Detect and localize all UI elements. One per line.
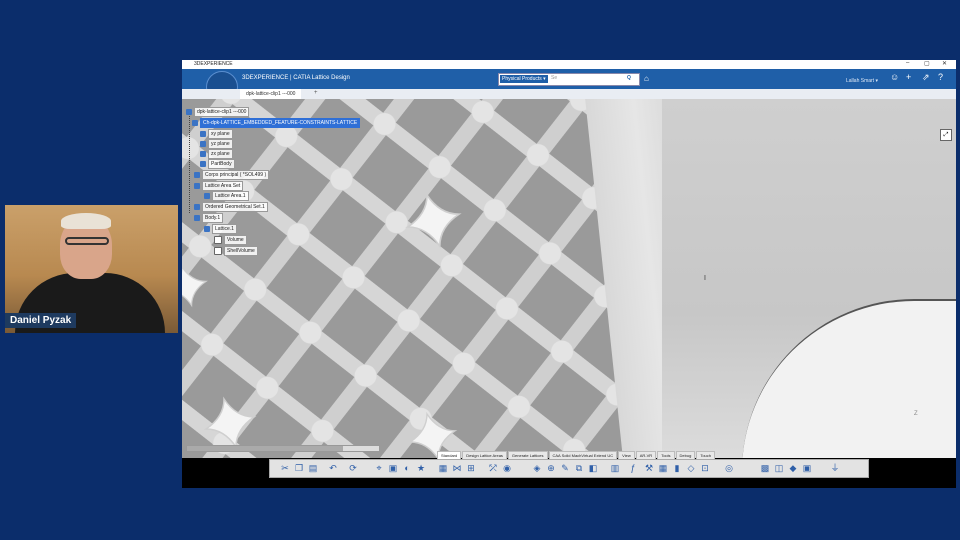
plane-icon (200, 140, 206, 147)
set-icon (194, 203, 200, 210)
tree-item-ordered-geometrical-set[interactable]: Ordered Geometrical Set.1 (194, 202, 268, 212)
user-name[interactable]: Lallah Smart ▾ (846, 78, 878, 84)
favorite-icon[interactable]: ★ (416, 463, 426, 474)
action-bar-tabs: Standard Design Lattice Areas Generate Lat… (437, 451, 716, 461)
lattice-geometry (182, 99, 652, 458)
paste-icon[interactable]: ▤ (308, 463, 318, 474)
search-box[interactable]: Physical Products ▾ Se Q (498, 73, 640, 86)
grid-icon[interactable]: ▩ (760, 463, 770, 474)
tree-icon[interactable]: ⊞ (466, 463, 476, 474)
table-icon[interactable]: ▦ (658, 463, 668, 474)
formula-icon[interactable]: ƒ (628, 463, 638, 474)
presenter-glasses (65, 237, 109, 245)
zoom-icon[interactable]: ⊕ (546, 463, 556, 474)
user-icon[interactable]: ☺ (890, 72, 899, 82)
window-title: 3DEXPERIENCE (194, 61, 233, 67)
tools-icon[interactable]: ⚒ (644, 463, 654, 474)
app-brand: 3DEXPERIENCE | CATIA Lattice Design (242, 75, 350, 81)
compare-icon[interactable]: ⧉ (574, 463, 584, 474)
sheet-icon[interactable]: ▦ (438, 463, 448, 474)
tree-item-body[interactable]: Body.1 (194, 213, 224, 223)
tree-item-lattice-area[interactable]: Lattice Area.1 (204, 191, 249, 201)
chat-icon[interactable]: ◎ (724, 463, 734, 474)
book-icon[interactable]: ▥ (610, 463, 620, 474)
measure-icon[interactable]: ⌖ (374, 463, 384, 474)
tree-item-zx-plane[interactable]: zx plane (200, 149, 233, 159)
minimize-button[interactable]: – (906, 60, 909, 66)
search-icon[interactable]: Q (627, 75, 631, 81)
tree-item-xy-plane[interactable]: xy plane (200, 129, 233, 139)
axis-label: Z (914, 411, 918, 417)
body-icon (194, 171, 200, 178)
sphere-icon[interactable]: ◉ (502, 463, 512, 474)
presenter-name-tag: Daniel Pyzak (5, 313, 77, 328)
plane-icon (200, 150, 206, 157)
edit-icon[interactable]: ✎ (560, 463, 570, 474)
share-icon[interactable]: ⇗ (922, 72, 930, 83)
ruler-icon[interactable]: ▮ (672, 463, 682, 474)
search-input[interactable]: Se (551, 75, 557, 81)
volume-icon (214, 246, 222, 255)
tree-item-volume[interactable]: Volume (214, 235, 247, 245)
tree-item-lattice-area-set[interactable]: Lattice Area Set (194, 181, 244, 191)
body-icon (194, 214, 200, 221)
lock-icon[interactable]: ⊡ (700, 463, 710, 474)
help-icon[interactable]: ? (938, 72, 943, 82)
maximize-button[interactable]: ▢ (924, 60, 930, 67)
tree-item-lattice[interactable]: Lattice.1 (204, 224, 237, 234)
cut-icon[interactable]: ✂ (280, 463, 290, 474)
tag-icon[interactable]: ⌂ (644, 74, 649, 83)
plus-icon[interactable]: + (906, 72, 911, 82)
document-tabbar: dpk-lattice-clip1 ---000 + (182, 89, 956, 100)
relations-icon[interactable]: ⋈ (452, 463, 462, 474)
cube-icon[interactable]: ◧ (588, 463, 598, 474)
update-icon[interactable]: ⟳ (348, 463, 358, 474)
scrollbar-thumb[interactable] (187, 446, 343, 451)
set-icon (194, 182, 200, 189)
part-icon (192, 119, 198, 126)
body-icon (200, 160, 206, 167)
lattice-area-icon (204, 192, 210, 199)
close-button[interactable]: ✕ (942, 60, 947, 67)
section-icon[interactable]: ▣ (388, 463, 398, 474)
diamond-icon[interactable]: ◇ (686, 463, 696, 474)
view-icon[interactable]: ◈ (532, 463, 542, 474)
tree-item-yz-plane[interactable]: yz plane (200, 139, 233, 149)
plane-icon (200, 130, 206, 137)
tree-scrollbar[interactable] (186, 445, 380, 452)
render-icon[interactable]: ◐ (402, 463, 412, 474)
volume-icon (214, 235, 222, 244)
copy-icon[interactable]: ❐ (294, 463, 304, 474)
tree-item-shellvolume[interactable]: ShellVolume (214, 246, 258, 256)
tree-connector (189, 113, 190, 213)
tree-item-partbody[interactable]: PartBody (200, 159, 235, 169)
product-icon (186, 108, 192, 115)
search-scope-dropdown[interactable]: Physical Products ▾ (500, 75, 548, 83)
app-window: 3DEXPERIENCE – ▢ ✕ 3DEXPERIENCE | CATIA … (182, 60, 956, 488)
app-header: 3DEXPERIENCE | CATIA Lattice Design Phys… (182, 69, 956, 103)
new-tab-button[interactable]: + (314, 90, 318, 96)
tree-item-corps-principal[interactable]: Corps principal ( *SOL499 ) (194, 170, 270, 180)
tree-root[interactable]: dpk-lattice-clip1 ---000 (186, 107, 250, 117)
layers-icon[interactable]: ◫ (774, 463, 784, 474)
plug-icon[interactable]: ⏚ (830, 463, 840, 474)
axis-system-icon[interactable]: ⤱ (488, 463, 498, 474)
3d-viewport[interactable]: dpk-lattice-clip1 ---000 Ch-dpk-LATTICE_… (182, 99, 956, 458)
shade-icon[interactable]: ◆ (788, 463, 798, 474)
undo-icon[interactable]: ↶ (328, 463, 338, 474)
mouse-cursor: I (704, 275, 706, 282)
lattice-icon (204, 225, 210, 232)
presenter-hair (61, 213, 111, 229)
display-icon[interactable]: ▣ (802, 463, 812, 474)
fit-all-icon[interactable]: ⤢ (940, 129, 952, 141)
action-bar: ✂ ❐ ▤ ↶ ⟳ ⌖ ▣ ◐ ★ ▦ ⋈ ⊞ ⤱ ◉ ◈ ⊕ ✎ ⧉ ◧ ▥ … (269, 459, 869, 478)
window-footer (182, 478, 956, 488)
window-titlebar: 3DEXPERIENCE – ▢ ✕ (182, 60, 956, 69)
tree-selected-node[interactable]: Ch-dpk-LATTICE_EMBEDDED_FEATURE-CONSTRAI… (192, 118, 361, 128)
